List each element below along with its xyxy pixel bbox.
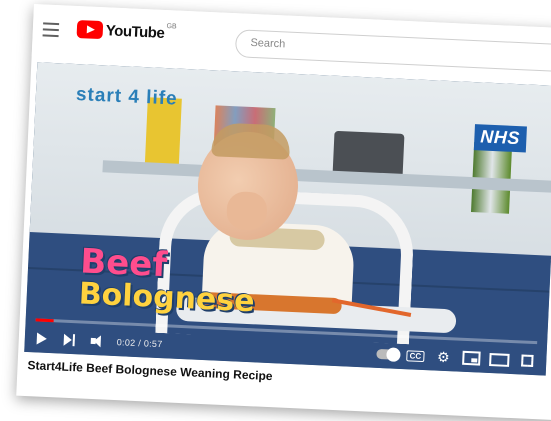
miniplayer-button[interactable]: [460, 347, 483, 370]
time-display: 0:02 / 0:57: [116, 337, 163, 350]
search-box[interactable]: [234, 29, 551, 73]
autoplay-toggle-icon: [376, 348, 399, 360]
captions-icon: CC: [406, 349, 425, 362]
next-button[interactable]: [58, 328, 81, 351]
video-player[interactable]: start 4 life NHS Beef Bolognese 0:02 / 0…: [24, 62, 551, 376]
theater-button[interactable]: [488, 348, 511, 371]
menu-icon[interactable]: [42, 22, 60, 38]
youtube-logo-icon: [76, 19, 104, 40]
play-button[interactable]: [30, 327, 53, 350]
fullscreen-button[interactable]: [516, 349, 539, 372]
play-icon: [36, 332, 48, 345]
nhs-badge: NHS: [473, 124, 527, 153]
video-brand-overlay: start 4 life: [75, 84, 179, 110]
theater-icon: [489, 352, 510, 367]
next-icon: [64, 334, 77, 347]
country-code: GB: [166, 22, 177, 30]
video-frame-object: [225, 190, 268, 231]
youtube-logo[interactable]: YouTube GB: [76, 19, 177, 42]
gear-icon: ⚙: [436, 348, 451, 366]
volume-icon: [91, 335, 106, 348]
video-title: Start4Life Beef Bolognese Weaning Recipe: [27, 358, 273, 384]
video-title-overlay-line2: Bolognese: [78, 276, 256, 319]
fullscreen-icon: [521, 354, 534, 368]
video-title-overlay: Beef Bolognese: [78, 241, 257, 319]
autoplay-toggle[interactable]: [376, 343, 399, 366]
settings-button[interactable]: ⚙: [432, 345, 455, 368]
volume-button[interactable]: [86, 330, 109, 353]
captions-button[interactable]: CC: [404, 344, 427, 367]
miniplayer-icon: [462, 350, 481, 366]
logo-text: YouTube: [105, 21, 165, 42]
browser-page: YouTube GB start 4 life NHS Beef Bologne…: [16, 4, 551, 421]
search-input[interactable]: [248, 35, 551, 64]
